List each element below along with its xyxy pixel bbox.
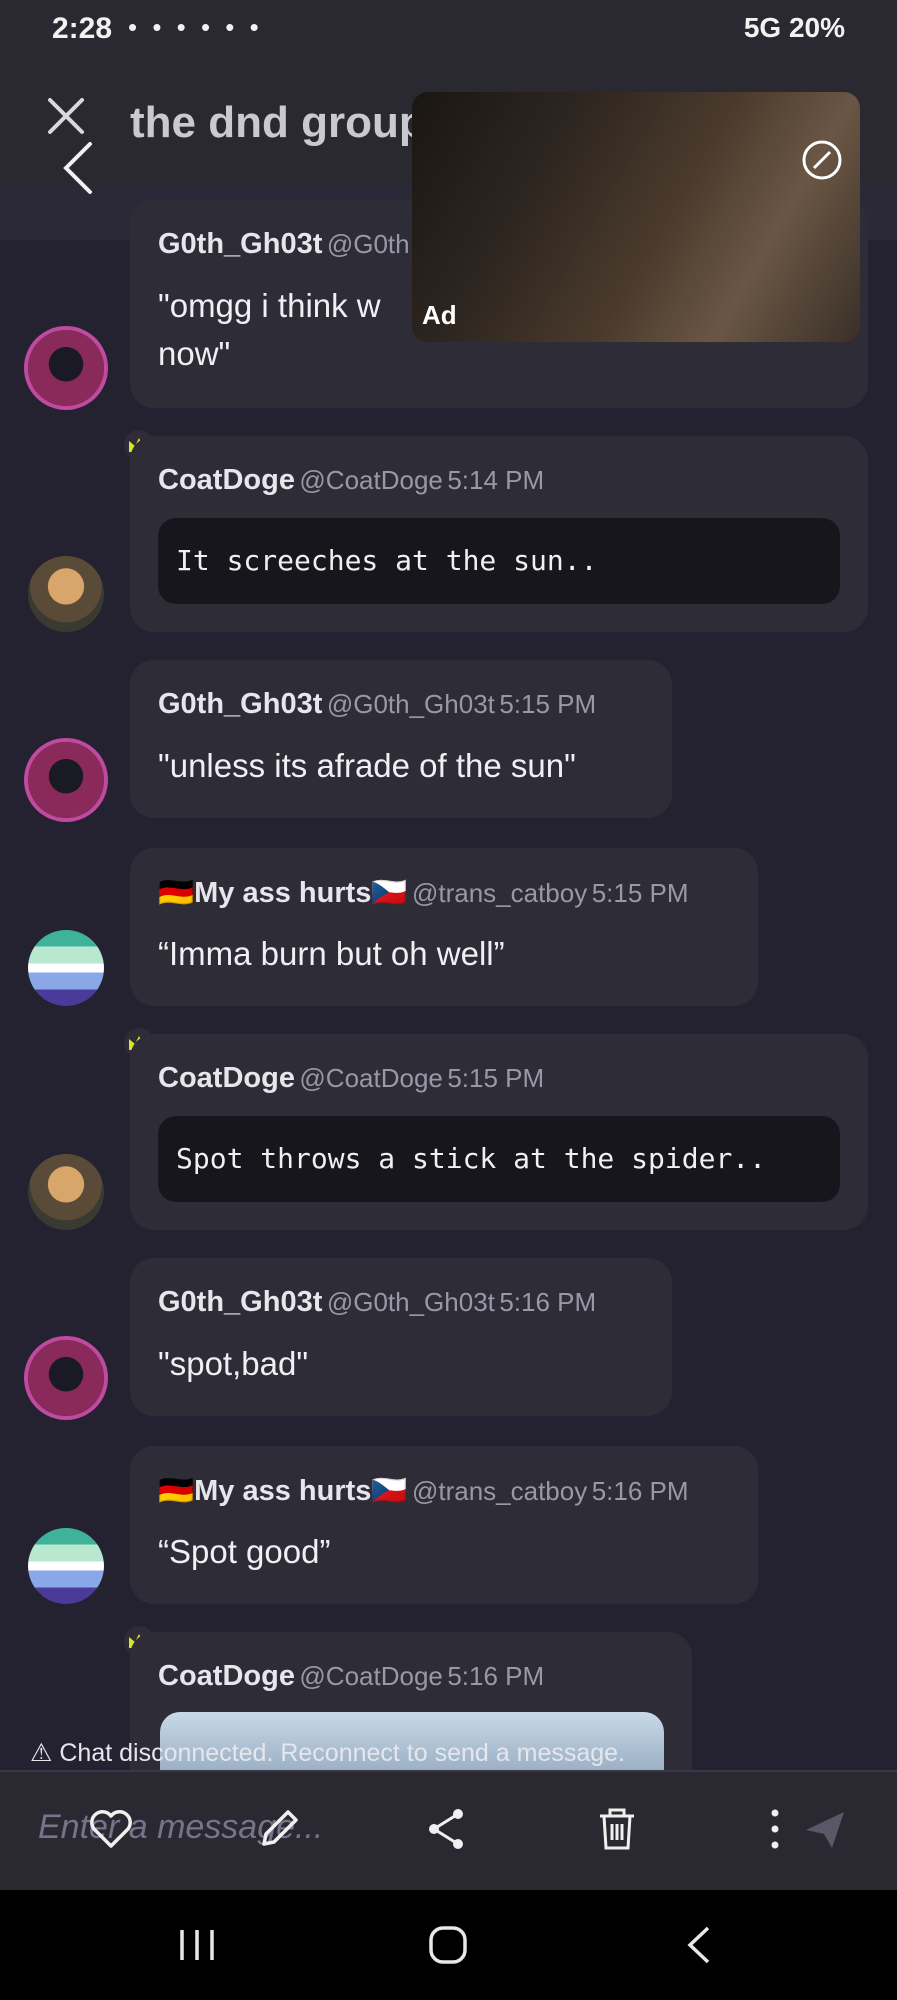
code-block: Spot throws a stick at the spider..: [158, 1116, 840, 1202]
message-handle: @G0th_Gh03t: [326, 689, 495, 719]
message-bubble: CoatDoge @CoatDoge 5:14 PM It screeches …: [130, 436, 868, 632]
message-handle: @trans_catboy: [411, 1476, 588, 1506]
edit-icon[interactable]: [254, 1804, 304, 1854]
message-bubble: 🇩🇪My ass hurts🇨🇿 @trans_catboy 5:15 PM “…: [130, 848, 758, 1006]
back-icon[interactable]: [58, 140, 98, 196]
message-handle: @CoatDoge: [299, 465, 443, 495]
message-text: "unless its afrade of the sun": [158, 747, 576, 784]
close-icon[interactable]: [44, 94, 88, 138]
video-ad[interactable]: Ad: [412, 92, 860, 342]
message-bubble: G0th_Gh03t @G0th_Gh03t 5:16 PM "spot,bad…: [130, 1258, 672, 1416]
avatar[interactable]: [28, 556, 104, 632]
message-composer: Enter a message...: [0, 1770, 897, 1892]
notification-icons: • • • • • •: [128, 12, 263, 42]
avatar[interactable]: [28, 1154, 104, 1230]
message-time: 5:16 PM: [591, 1476, 689, 1506]
message-author[interactable]: CoatDoge: [158, 464, 295, 496]
message-text: “Spot good”: [158, 1533, 331, 1570]
avatar[interactable]: [28, 930, 104, 1006]
message-time: 5:15 PM: [591, 878, 689, 908]
message-handle: @CoatDoge: [299, 1063, 443, 1093]
share-icon[interactable]: [422, 1804, 472, 1854]
message-text: "spot,bad": [158, 1345, 309, 1382]
message-author[interactable]: 🇩🇪My ass hurts🇨🇿: [158, 1475, 408, 1507]
chat-status: ⚠ Chat disconnected. Reconnect to send a…: [30, 1738, 625, 1768]
status-bar: 2:28 • • • • • • 5G 20%: [0, 0, 897, 60]
message-time: 5:16 PM: [447, 1661, 545, 1691]
heart-icon[interactable]: [86, 1804, 136, 1854]
message-bubble: G0th_Gh03t @G0th_Gh03t 5:15 PM "unless i…: [130, 660, 672, 818]
badge-icon: [48, 322, 78, 352]
home-icon[interactable]: [423, 1920, 473, 1970]
delete-icon[interactable]: [592, 1804, 642, 1854]
recent-apps-icon[interactable]: [172, 1920, 222, 1970]
message-text: “Imma burn but oh well”: [158, 935, 505, 972]
code-block: It screeches at the sun..: [158, 518, 840, 604]
message-time: 5:15 PM: [499, 689, 597, 719]
message-author[interactable]: G0th_Gh03t: [158, 228, 322, 260]
send-icon[interactable]: [800, 1804, 850, 1854]
back-nav-icon[interactable]: [676, 1920, 726, 1970]
message-author[interactable]: 🇩🇪My ass hurts🇨🇿: [158, 877, 408, 909]
message-author[interactable]: G0th_Gh03t: [158, 688, 322, 720]
warning-icon: ⚠: [30, 1739, 53, 1767]
message-handle: @G0th: [326, 229, 410, 259]
message-bubble: 🇩🇪My ass hurts🇨🇿 @trans_catboy 5:16 PM “…: [130, 1446, 758, 1604]
message-bubble: CoatDoge @CoatDoge 5:15 PM Spot throws a…: [130, 1034, 868, 1230]
message-time: 5:15 PM: [447, 1063, 545, 1093]
ad-label: Ad: [422, 300, 457, 330]
message-text: now": [158, 335, 231, 372]
message-text: "omgg i think w: [158, 287, 381, 324]
message-author[interactable]: CoatDoge: [158, 1062, 295, 1094]
message-time: 5:16 PM: [499, 1287, 597, 1317]
chat-status-text: Chat disconnected. Reconnect to send a m…: [59, 1739, 625, 1767]
chat-title: the dnd group: [130, 98, 426, 147]
message-author[interactable]: CoatDoge: [158, 1660, 295, 1692]
message-handle: @trans_catboy: [411, 878, 588, 908]
system-nav-bar: [0, 1890, 897, 2000]
status-indicators: 5G 20%: [743, 12, 845, 43]
message-time: 5:14 PM: [447, 465, 545, 495]
message-handle: @G0th_Gh03t: [326, 1287, 495, 1317]
message-handle: @CoatDoge: [299, 1661, 443, 1691]
avatar[interactable]: [28, 1340, 104, 1416]
message-author[interactable]: G0th_Gh03t: [158, 1286, 322, 1318]
avatar[interactable]: [28, 742, 104, 818]
status-time: 2:28: [52, 12, 113, 45]
more-icon[interactable]: [760, 1804, 790, 1854]
avatar[interactable]: [28, 1528, 104, 1604]
cast-icon[interactable]: [800, 138, 844, 182]
